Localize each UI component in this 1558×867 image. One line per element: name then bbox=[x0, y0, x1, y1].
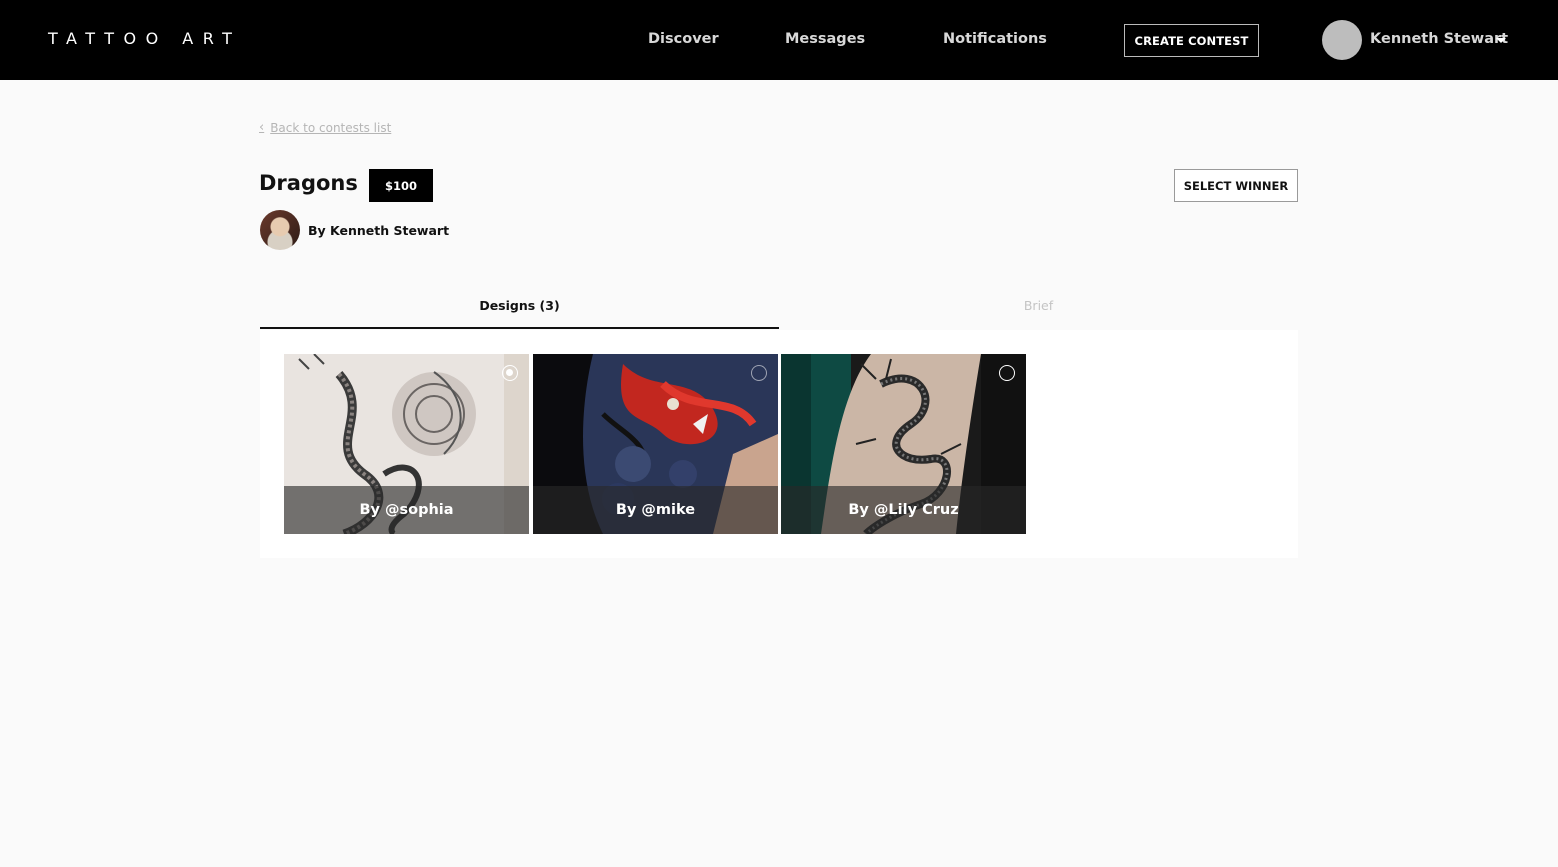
back-to-contests-link[interactable]: ‹ Back to contests list bbox=[259, 120, 391, 135]
prize-badge: $100 bbox=[369, 169, 433, 202]
nav-messages[interactable]: Messages bbox=[785, 31, 865, 47]
tab-designs[interactable]: Designs (3) bbox=[260, 298, 779, 313]
user-menu-name[interactable]: Kenneth Stewart bbox=[1370, 31, 1508, 47]
design-author-caption: By @Lily Cruz bbox=[781, 486, 1026, 534]
author-name: By Kenneth Stewart bbox=[308, 223, 450, 238]
contest-title: Dragons bbox=[259, 171, 358, 195]
active-tab-indicator bbox=[260, 327, 779, 329]
create-contest-button[interactable]: CREATE CONTEST bbox=[1124, 24, 1259, 57]
chevron-left-icon: ‹ bbox=[259, 120, 265, 135]
caret-down-icon[interactable] bbox=[1496, 38, 1506, 43]
nav-notifications[interactable]: Notifications bbox=[943, 31, 1047, 47]
logo[interactable]: TATTOO ART bbox=[48, 29, 241, 48]
design-author-caption: By @mike bbox=[533, 486, 778, 534]
user-avatar[interactable] bbox=[1322, 20, 1362, 60]
design-author-caption: By @sophia bbox=[284, 486, 529, 534]
design-card[interactable]: By @sophia bbox=[284, 354, 529, 534]
design-card[interactable]: By @mike bbox=[533, 354, 778, 534]
design-card[interactable]: By @Lily Cruz bbox=[781, 354, 1026, 534]
author-avatar bbox=[260, 210, 300, 250]
select-winner-button[interactable]: SELECT WINNER bbox=[1174, 169, 1298, 202]
select-design-radio[interactable] bbox=[751, 365, 767, 381]
select-design-radio[interactable] bbox=[502, 365, 518, 381]
top-navbar: TATTOO ART Discover Messages Notificatio… bbox=[0, 0, 1558, 80]
select-design-radio[interactable] bbox=[999, 365, 1015, 381]
nav-discover[interactable]: Discover bbox=[648, 31, 719, 47]
back-link-label: Back to contests list bbox=[270, 120, 392, 135]
tab-brief[interactable]: Brief bbox=[779, 298, 1298, 313]
